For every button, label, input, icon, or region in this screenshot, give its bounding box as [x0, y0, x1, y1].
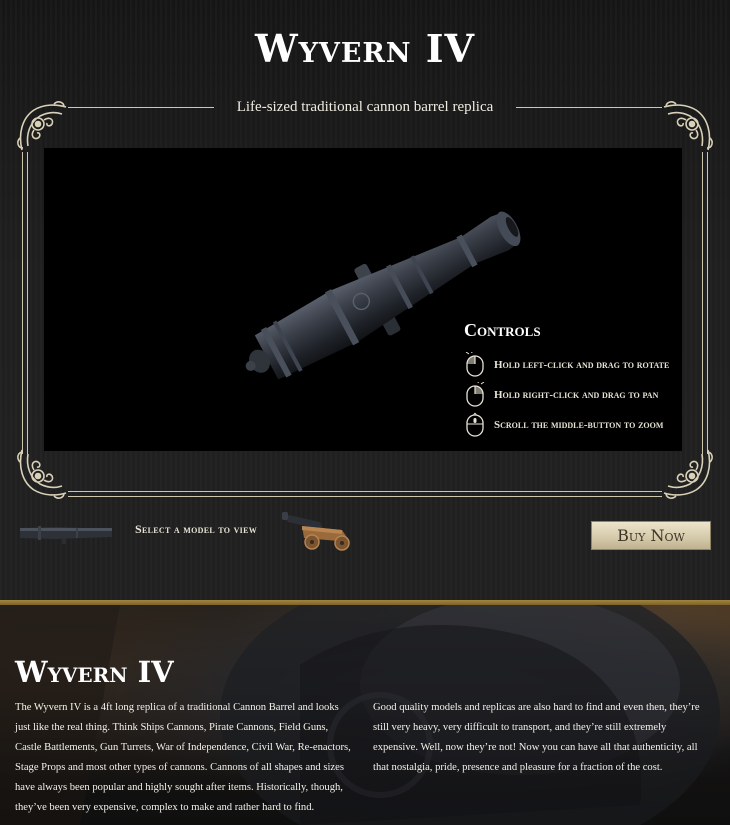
model-viewer-canvas[interactable]: Controls Hold left-click and drag to rot… — [44, 148, 682, 451]
frame-right-line-inner — [702, 152, 703, 454]
ornament-top-right-icon — [663, 101, 713, 151]
page-subtitle: Life-sized traditional cannon barrel rep… — [236, 99, 494, 115]
description-paragraph-1: The Wyvern IV is a 4ft long replica of a… — [15, 702, 351, 813]
page-title: Wyvern IV — [254, 26, 476, 71]
controls-panel: Controls Hold left-click and drag to rot… — [464, 320, 679, 440]
frame-top-line-right — [516, 107, 662, 108]
ornament-bottom-left-icon — [17, 449, 67, 499]
mouse-right-click-icon — [466, 382, 485, 407]
frame-bottom-line-inner — [68, 496, 662, 497]
frame-top-line-left — [68, 107, 214, 108]
hero-section: Wyvern IV Life-sized traditional cannon … — [0, 0, 730, 600]
ornament-top-left-icon — [17, 101, 67, 151]
select-model-label: Select a model to view — [135, 522, 258, 536]
mouse-left-click-icon — [465, 352, 484, 377]
description-section: Wyvern IV The Wyvern IV is a 4ft long re… — [0, 605, 730, 825]
cannon-carriage-thumbnail[interactable] — [280, 508, 358, 552]
ornament-bottom-right-icon — [663, 449, 713, 499]
description-title: Wyvern IV — [15, 655, 174, 689]
description-paragraph-2: Good quality models and replicas are als… — [373, 702, 700, 773]
buy-now-button[interactable]: Buy Now — [591, 521, 711, 550]
mouse-scroll-icon — [466, 412, 484, 437]
frame-left-line — [22, 152, 23, 454]
control-pan: Hold right-click and drag to pan — [464, 380, 679, 410]
control-pan-label: Hold right-click and drag to pan — [494, 389, 659, 401]
controls-title: Controls — [464, 320, 541, 340]
frame-bottom-line — [68, 491, 662, 492]
control-rotate-label: Hold left-click and drag to rotate — [494, 359, 670, 371]
control-rotate: Hold left-click and drag to rotate — [464, 350, 679, 380]
control-zoom-label: Scroll the middle-button to zoom — [494, 419, 664, 431]
frame-right-line — [707, 152, 708, 454]
cannon-barrel-thumbnail[interactable] — [16, 516, 116, 546]
frame-left-line-inner — [27, 152, 28, 454]
control-zoom: Scroll the middle-button to zoom — [464, 410, 679, 440]
